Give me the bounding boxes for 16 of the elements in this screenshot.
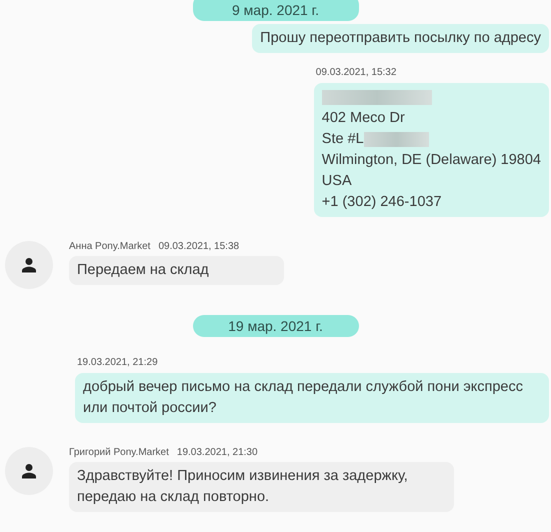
- date-divider: 9 мар. 2021 г.: [192, 0, 358, 21]
- author-name: Анна Pony.Market: [69, 241, 150, 252]
- message-time: 19.03.2021, 21:30: [176, 447, 258, 458]
- redaction-bar: [364, 132, 429, 147]
- message-bubble: добрый вечер письмо на склад передали службой пони экспресс или почтой россии?: [75, 373, 549, 423]
- message-bubble: Здравствуйте! Приносим извинения за задержку, передаю на склад повторно.: [69, 462, 454, 512]
- message-bubble: 402 Meco Dr Ste #L Wilmington, DE (Delaware) 19804 USA +1 (302) 246-1037: [314, 83, 549, 217]
- message-time: 09.03.2021, 15:32: [316, 67, 396, 78]
- author-name: Григорий Pony.Market: [69, 447, 169, 458]
- person-icon: [21, 463, 37, 479]
- message-time: 09.03.2021, 15:38: [158, 241, 240, 252]
- date-divider: 19 мар. 2021 г.: [192, 315, 358, 337]
- message-bubble: Передаем на склад: [69, 256, 284, 285]
- person-icon: [21, 257, 37, 273]
- message-time: 19.03.2021, 21:29: [77, 357, 158, 368]
- message-bubble: Прошу переотправить посылку по адресу: [252, 24, 549, 53]
